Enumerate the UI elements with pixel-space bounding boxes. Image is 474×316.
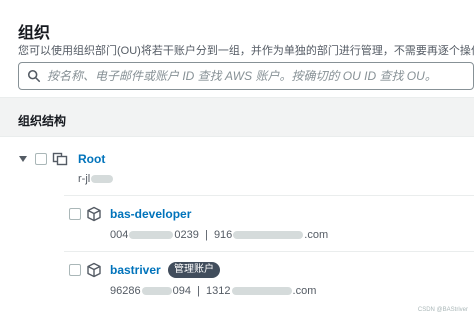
account-cube-icon xyxy=(87,206,101,222)
org-structure-title: 组织结构 xyxy=(18,114,67,128)
account-email-end: .com xyxy=(292,285,317,297)
account-checkbox[interactable] xyxy=(69,264,81,276)
org-tree: Root r-jl bas-developer 004 0239 | 916 .co… xyxy=(0,137,474,316)
redacted-email xyxy=(231,287,292,296)
redacted-email xyxy=(233,231,304,240)
page-header: 组织 您可以使用组织部门(OU)将若干账户分到一组，并作为单独的部门进行管理，不… xyxy=(0,0,474,98)
account-id-start: 004 xyxy=(110,229,129,241)
ou-folder-icon xyxy=(52,152,68,166)
account-link[interactable]: bas-developer xyxy=(110,207,191,221)
redacted-id xyxy=(129,231,174,240)
account-cube-icon xyxy=(87,262,101,278)
redacted-id xyxy=(141,287,172,296)
management-account-badge: 管理账户 xyxy=(168,262,220,278)
search-box[interactable] xyxy=(18,62,474,90)
account-details: 96286 094 | 1312 .com xyxy=(110,285,317,297)
account-checkbox[interactable] xyxy=(69,208,81,220)
search-input[interactable] xyxy=(47,66,467,86)
redacted-id xyxy=(91,175,114,184)
account-id-end: 094 xyxy=(172,285,191,297)
page-description: 您可以使用组织部门(OU)将若干账户分到一组，并作为单独的部门进行管理，不需要再… xyxy=(18,45,474,57)
account-id-end: 0239 xyxy=(174,229,199,241)
root-checkbox[interactable] xyxy=(35,153,47,165)
account-email-end: .com xyxy=(304,229,329,241)
watermark: CSDN @BAStriver xyxy=(417,307,468,313)
account-email-start: 916 xyxy=(213,229,233,241)
account-details: 004 0239 | 916 .com xyxy=(110,229,329,241)
account-link[interactable]: bastriver xyxy=(110,263,161,277)
row-divider xyxy=(64,195,474,196)
page-title: 组织 xyxy=(18,25,51,42)
account-email-start: 1312 xyxy=(206,285,231,297)
row-divider xyxy=(64,251,474,252)
search-icon xyxy=(27,69,41,83)
root-link[interactable]: Root xyxy=(78,152,105,166)
collapse-caret-icon[interactable] xyxy=(19,156,27,162)
account-id-start: 96286 xyxy=(110,285,141,297)
root-id-prefix: r-jl xyxy=(78,173,91,185)
root-id: r-jl xyxy=(78,173,114,185)
